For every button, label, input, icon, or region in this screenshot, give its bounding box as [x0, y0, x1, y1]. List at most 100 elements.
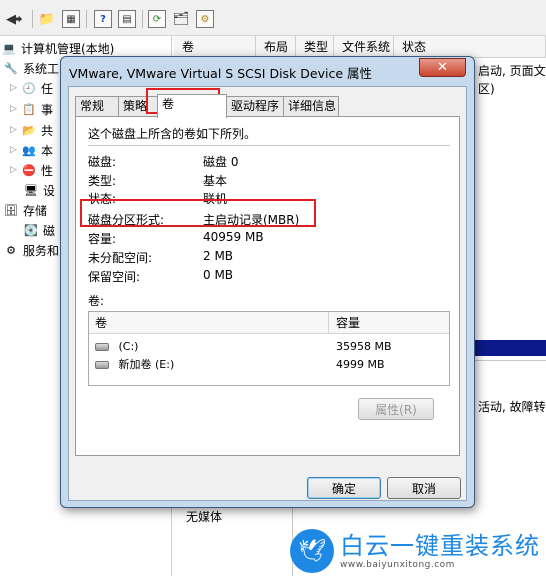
tree-item-label: 磁: [43, 223, 56, 238]
divider: [474, 360, 546, 361]
expand-arrow-icon[interactable]: ▷: [10, 125, 22, 135]
ok-button[interactable]: 确定: [307, 477, 381, 499]
table-row[interactable]: (C:) 35958 MB: [89, 338, 449, 355]
tree-item-label: 存储: [23, 203, 48, 218]
volumes-tab-panel: 这个磁盘上所含的卷如下所列。 磁盘: 磁盘 0 类型: 基本 状态: 联机 磁盘…: [75, 116, 460, 456]
volumes-table: 卷 容量 (C:) 35958 MB 新加卷 (E:) 4999 MB: [88, 311, 450, 386]
properties-icon[interactable]: 🗂: [172, 10, 190, 28]
column-header-capacity[interactable]: 容量: [330, 312, 449, 334]
status-value: 联机: [203, 192, 228, 206]
watermark-logo: 🕊 白云一键重装系统 www.baiyunxitong.com: [290, 526, 546, 576]
users-icon: 👥: [22, 143, 36, 157]
disk-value: 磁盘 0: [203, 155, 239, 169]
column-header-volume[interactable]: 卷: [89, 312, 329, 334]
expand-arrow-icon[interactable]: ▷: [10, 104, 22, 114]
tree-item-computer-management[interactable]: 💻 计算机管理(本地): [2, 38, 114, 58]
tree-item-label: 计算机管理(本地): [21, 41, 115, 56]
tab-policies[interactable]: 策略: [118, 96, 158, 116]
disk-partition-bar: [474, 340, 546, 356]
settings-icon[interactable]: ⚙: [196, 10, 214, 28]
tree-item-system-tools[interactable]: 🔧 系统工: [4, 58, 59, 78]
unallocated-value: 2 MB: [203, 249, 234, 263]
bird-logo-icon: 🕊: [290, 529, 334, 573]
cancel-button[interactable]: 取消: [387, 477, 461, 499]
reserved-value: 0 MB: [203, 268, 234, 282]
tree-item-device-manager[interactable]: 🖥 设: [24, 180, 55, 200]
volume-name: 新加卷 (E:): [118, 358, 175, 371]
toolbar-separator: [142, 10, 143, 28]
storage-icon: 🗄: [4, 203, 18, 217]
mmc-toolbar: ◀ ➡ 📁 ▦ ? ▤ ⟳ 🗂 ⚙: [0, 0, 546, 36]
drive-icon: [95, 361, 109, 369]
tree-item-task-scheduler[interactable]: ▷ 🕘 任: [10, 78, 53, 98]
volume-list-header: 卷 布局 类型 文件系统 状态: [174, 36, 546, 58]
expand-arrow-icon[interactable]: ▷: [10, 165, 22, 175]
disk-label: 磁盘:: [88, 155, 117, 169]
tree-item-label: 性: [41, 163, 54, 178]
tab-driver[interactable]: 驱动程序: [226, 96, 284, 116]
volume-name: (C:): [118, 340, 139, 353]
tree-item-label: 事: [41, 102, 54, 117]
device-manager-icon: 🖥: [24, 183, 38, 197]
dialog-titlebar[interactable]: VMware, VMware Virtual S SCSI Disk Devic…: [61, 57, 474, 85]
tree-item-label: 共: [41, 123, 54, 138]
column-header-volume[interactable]: 卷: [174, 36, 256, 58]
performance-icon: ⛔: [22, 163, 36, 177]
tree-item-event-viewer[interactable]: ▷ 📋 事: [10, 99, 53, 119]
column-header-type[interactable]: 类型: [296, 36, 334, 58]
up-folder-icon[interactable]: 📁: [38, 10, 56, 28]
volume-capacity: 4999 MB: [336, 358, 385, 371]
tree-item-label: 设: [43, 183, 56, 198]
help-icon[interactable]: ?: [94, 10, 112, 28]
volume-capacity: 35958 MB: [336, 340, 392, 353]
capacity-value: 40959 MB: [203, 230, 264, 244]
tree-item-label: 本: [41, 143, 54, 158]
volume-status-text: 区): [478, 82, 495, 96]
tree-item-label: 系统工: [23, 61, 60, 76]
show-hide-tree-icon[interactable]: ▦: [62, 10, 80, 28]
watermark-url: www.baiyunxitong.com: [340, 560, 455, 570]
no-media-text: 无媒体: [186, 510, 223, 524]
refresh-icon[interactable]: ⟳: [148, 10, 166, 28]
column-header-status[interactable]: 状态: [394, 36, 546, 58]
divider: [88, 145, 450, 146]
tree-item-services-and-applications[interactable]: ⚙ 服务和: [4, 240, 59, 260]
tree-item-storage[interactable]: 🗄 存储: [4, 200, 47, 220]
tab-volumes[interactable]: 卷: [157, 94, 227, 118]
volumes-table-header: 卷 容量: [89, 312, 449, 334]
tree-item-performance[interactable]: ▷ ⛔ 性: [10, 160, 53, 180]
toolbar-separator: [32, 10, 33, 28]
partition-style-label: 磁盘分区形式:: [88, 213, 165, 227]
reserved-label: 保留空间:: [88, 270, 141, 284]
tree-item-label: 任: [41, 81, 54, 96]
status-label: 状态:: [88, 192, 117, 206]
event-viewer-icon: 📋: [22, 102, 36, 116]
forward-arrow-icon[interactable]: ➡: [8, 10, 26, 28]
services-icon: ⚙: [6, 243, 16, 257]
expand-arrow-icon[interactable]: ▷: [10, 83, 22, 93]
volume-properties-button[interactable]: 属性(R): [358, 398, 434, 420]
type-value: 基本: [203, 174, 228, 188]
shared-folder-icon: 📂: [22, 123, 36, 137]
tree-item-shared-folders[interactable]: ▷ 📂 共: [10, 120, 53, 140]
capacity-label: 容量:: [88, 232, 117, 246]
table-row[interactable]: 新加卷 (E:) 4999 MB: [89, 356, 449, 373]
tools-icon: 🔧: [4, 61, 18, 75]
view-icon[interactable]: ▤: [118, 10, 136, 28]
column-header-layout[interactable]: 布局: [256, 36, 296, 58]
partition-style-value: 主启动记录(MBR): [203, 213, 300, 227]
tab-general[interactable]: 常规: [75, 96, 119, 116]
close-button[interactable]: ✕: [419, 58, 466, 77]
toolbar-separator: [86, 10, 87, 28]
tree-item-label: 服务和: [23, 243, 60, 258]
tab-details[interactable]: 详细信息: [283, 96, 339, 116]
tree-item-disk-management[interactable]: 💽 磁: [24, 220, 55, 240]
type-label: 类型:: [88, 174, 117, 188]
watermark-title: 白云一键重装系统: [340, 532, 540, 560]
unallocated-label: 未分配空间:: [88, 251, 153, 265]
expand-arrow-icon[interactable]: ▷: [10, 145, 22, 155]
tree-item-local-users[interactable]: ▷ 👥 本: [10, 140, 53, 160]
dialog-client-area: 常规 策略 卷 驱动程序 详细信息 这个磁盘上所含的卷如下所列。 磁盘: 磁盘 …: [68, 86, 467, 501]
disk-management-icon: 💽: [24, 223, 38, 237]
column-header-file-system[interactable]: 文件系统: [334, 36, 394, 58]
